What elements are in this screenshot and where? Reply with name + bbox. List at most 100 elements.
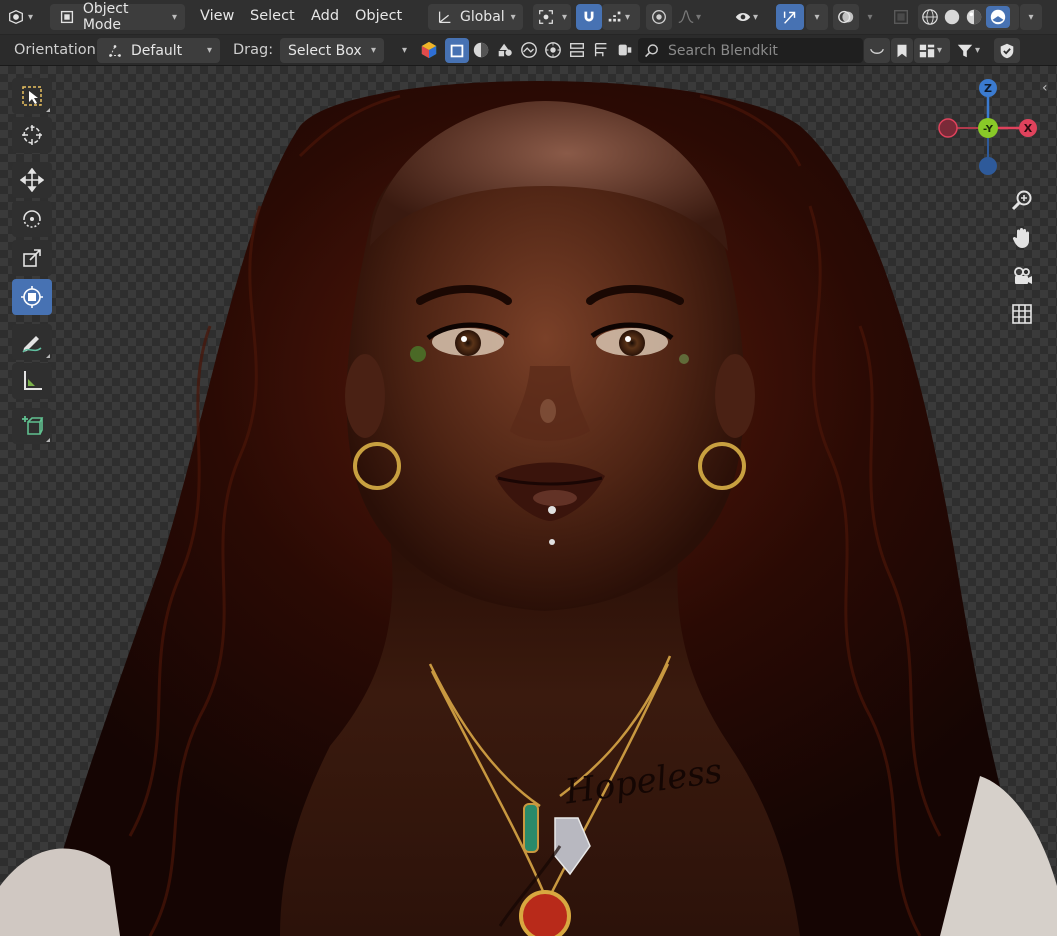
menu-object[interactable]: Object [355, 8, 402, 24]
move-icon [20, 168, 44, 192]
rendered-shading-icon[interactable] [986, 6, 1010, 28]
toolbar [12, 78, 54, 447]
ortho-toggle-button[interactable] [1004, 296, 1040, 332]
rotate-icon [23, 210, 41, 228]
search-filter-button[interactable] [864, 38, 890, 63]
chevron-down-icon[interactable]: ▾ [402, 45, 407, 56]
material-preview-shading-icon[interactable] [964, 7, 984, 27]
hdr-icon[interactable] [543, 40, 563, 60]
zoom-button[interactable] [1004, 182, 1040, 218]
add-cube-tool[interactable] [12, 408, 52, 444]
models-icon [447, 41, 467, 61]
proportional-editing-icon [649, 7, 669, 27]
snap-target-dropdown[interactable]: ▾ [602, 4, 640, 30]
xray-toggle[interactable] [889, 4, 913, 30]
ortho-grid-icon [1012, 304, 1032, 324]
camera-view-button[interactable] [1004, 258, 1040, 294]
sidebar-collapse-arrow[interactable]: ‹ [1042, 80, 1048, 96]
svg-text:X: X [1024, 122, 1033, 135]
mode-label: Object Mode [82, 1, 129, 33]
brushes-icon[interactable] [567, 40, 587, 60]
bookmark-icon [892, 41, 912, 61]
menu-select[interactable]: Select [250, 8, 295, 24]
falloff-curve-icon [676, 7, 696, 27]
shading-modes [918, 4, 1019, 30]
printable-icon[interactable] [495, 40, 515, 60]
orientation-dropdown[interactable]: Default ▾ [97, 38, 220, 63]
move-tool[interactable] [12, 162, 52, 198]
drag-dropdown[interactable]: Select Box ▾ [280, 38, 384, 63]
blendkit-models-button[interactable] [445, 38, 469, 63]
shield-check-icon [997, 41, 1017, 61]
editor-type-button[interactable]: ▾ [4, 4, 42, 30]
rendered-portrait: Hopeless [0, 81, 1057, 936]
snap-toggle[interactable] [576, 4, 602, 30]
bookmark-button[interactable] [891, 38, 913, 63]
zoom-icon [1011, 190, 1032, 211]
snap-magnet-icon [579, 7, 599, 27]
scenes-icon[interactable] [519, 40, 539, 60]
asset-type-dropdown[interactable]: ▾ [914, 38, 950, 63]
rotate-tool[interactable] [12, 201, 52, 237]
navigation-gizmo[interactable]: Z X -Y [933, 78, 1043, 183]
menu-add[interactable]: Add [311, 8, 339, 24]
3d-viewport[interactable]: Hopeless Z X -Y ‹ [0, 66, 1057, 936]
gizmo-dropdown[interactable]: ▾ [806, 4, 828, 30]
ear-left [345, 354, 385, 438]
overlays-icon [836, 7, 856, 27]
navigation-controls [1004, 182, 1040, 334]
scale-tool[interactable] [12, 240, 52, 276]
wireframe-shading-icon[interactable] [920, 7, 940, 27]
cursor-icon [22, 125, 42, 145]
gizmo-arrow-icon [780, 7, 800, 27]
shading-dropdown[interactable]: ▾ [1020, 4, 1042, 30]
camera-view-icon [1014, 267, 1032, 284]
pivot-point-dropdown[interactable]: ▾ [533, 4, 571, 30]
funnel-filter-icon [955, 41, 975, 61]
gizmo-neg-y-axis[interactable]: -Y [978, 118, 998, 138]
object-mode-icon [58, 7, 77, 27]
gizmo-x-axis[interactable]: X [1019, 119, 1037, 137]
search-input[interactable] [668, 42, 848, 59]
orientation-label: Orientation: [14, 42, 101, 58]
gizmo-toggle[interactable] [776, 4, 804, 30]
add-ons-icon[interactable] [615, 40, 635, 60]
mode-dropdown[interactable]: Object Mode ▾ [50, 1, 185, 33]
gizmo-neg-z-axis[interactable] [979, 157, 997, 175]
blendkit-search[interactable] [638, 38, 863, 63]
viewport-header: ▾ Object Mode ▾ View Select Add Object G… [0, 0, 1057, 35]
orientation-value: Global [460, 9, 505, 25]
measure-tool[interactable] [12, 363, 52, 399]
validation-button[interactable] [994, 38, 1020, 63]
overlays-toggle[interactable] [833, 4, 859, 30]
pendant-green [523, 803, 539, 853]
select-box-icon [22, 86, 42, 106]
blendkit-logo-icon[interactable] [419, 40, 439, 60]
scale-icon [23, 249, 41, 267]
transform-orientation-dropdown[interactable]: Global ▾ [428, 4, 523, 30]
overlays-dropdown[interactable]: ▾ [860, 4, 880, 30]
nodegroups-icon[interactable] [591, 40, 611, 60]
cursor-tool[interactable] [12, 117, 52, 153]
gizmo-z-axis[interactable]: Z [979, 79, 997, 97]
menu-view[interactable]: View [200, 8, 234, 24]
pan-button[interactable] [1004, 220, 1040, 256]
svg-text:Z: Z [984, 82, 992, 95]
falloff-dropdown[interactable]: ▾ [673, 4, 713, 30]
transform-tool[interactable] [12, 279, 52, 315]
gizmo-neg-x-axis[interactable] [938, 118, 958, 138]
visibility-eye-icon [733, 7, 753, 27]
bowl-icon [867, 41, 887, 61]
annotate-tool[interactable] [12, 324, 52, 360]
orientation-default-icon [105, 41, 125, 61]
xray-icon [891, 7, 911, 27]
drag-label: Drag: [233, 42, 274, 58]
filter-dropdown[interactable]: ▾ [952, 38, 992, 63]
solid-shading-icon[interactable] [942, 7, 962, 27]
drag-value: Select Box [288, 42, 362, 59]
pivot-point-icon [537, 7, 556, 27]
select-box-tool[interactable] [12, 78, 52, 114]
materials-icon[interactable] [471, 40, 491, 60]
proportional-editing-toggle[interactable] [646, 4, 672, 30]
visibility-dropdown[interactable]: ▾ [730, 4, 772, 30]
